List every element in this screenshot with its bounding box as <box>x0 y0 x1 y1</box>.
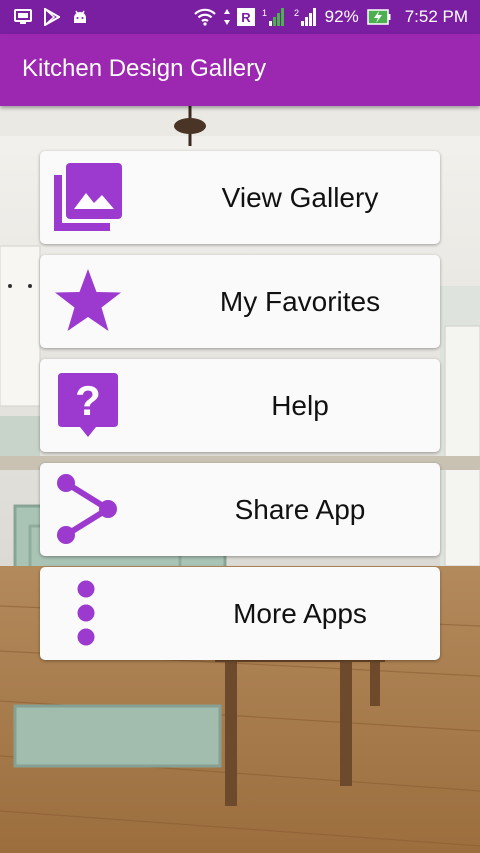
more-vertical-icon <box>52 577 124 649</box>
svg-text:2: 2 <box>294 8 299 18</box>
help-label: Help <box>271 390 329 421</box>
gallery-icon <box>52 161 124 233</box>
share-app-label: Share App <box>234 494 366 525</box>
battery-percent: 92% <box>324 7 359 26</box>
app-title: Kitchen Design Gallery <box>22 55 267 82</box>
roaming-icon: R <box>236 8 255 26</box>
data-arrows-icon <box>223 8 231 26</box>
my-favorites-button[interactable]: My Favorites <box>40 255 440 348</box>
app-bar: Kitchen Design Gallery <box>0 34 480 106</box>
share-icon <box>52 473 124 545</box>
svg-text:R: R <box>241 10 251 25</box>
svg-text:1: 1 <box>262 8 267 18</box>
screen-cast-icon <box>14 9 32 25</box>
view-gallery-button[interactable]: View Gallery <box>40 151 440 244</box>
wifi-icon <box>193 8 217 26</box>
help-icon: ? <box>52 369 124 441</box>
signal-1-icon: 1 <box>261 7 287 27</box>
android-icon <box>72 9 88 25</box>
main-menu: View Gallery My Favorites ? Help Share A… <box>40 151 440 671</box>
more-apps-label: More Apps <box>233 598 367 629</box>
view-gallery-label: View Gallery <box>221 182 379 213</box>
status-notification-icons <box>0 8 88 26</box>
play-store-icon <box>44 8 60 26</box>
share-app-button[interactable]: Share App <box>40 463 440 556</box>
more-apps-button[interactable]: More Apps <box>40 567 440 660</box>
status-bar: R 1 2 92% 7:52 PM <box>0 0 480 34</box>
help-button[interactable]: ? Help <box>40 359 440 452</box>
svg-text:?: ? <box>75 377 101 424</box>
my-favorites-label: My Favorites <box>219 286 381 317</box>
battery-charging-icon <box>366 9 391 25</box>
star-icon <box>52 265 124 337</box>
status-system-icons: R 1 2 92% 7:52 PM <box>193 7 480 27</box>
signal-2-icon: 2 <box>293 7 319 27</box>
status-time: 7:52 PM <box>404 7 468 26</box>
